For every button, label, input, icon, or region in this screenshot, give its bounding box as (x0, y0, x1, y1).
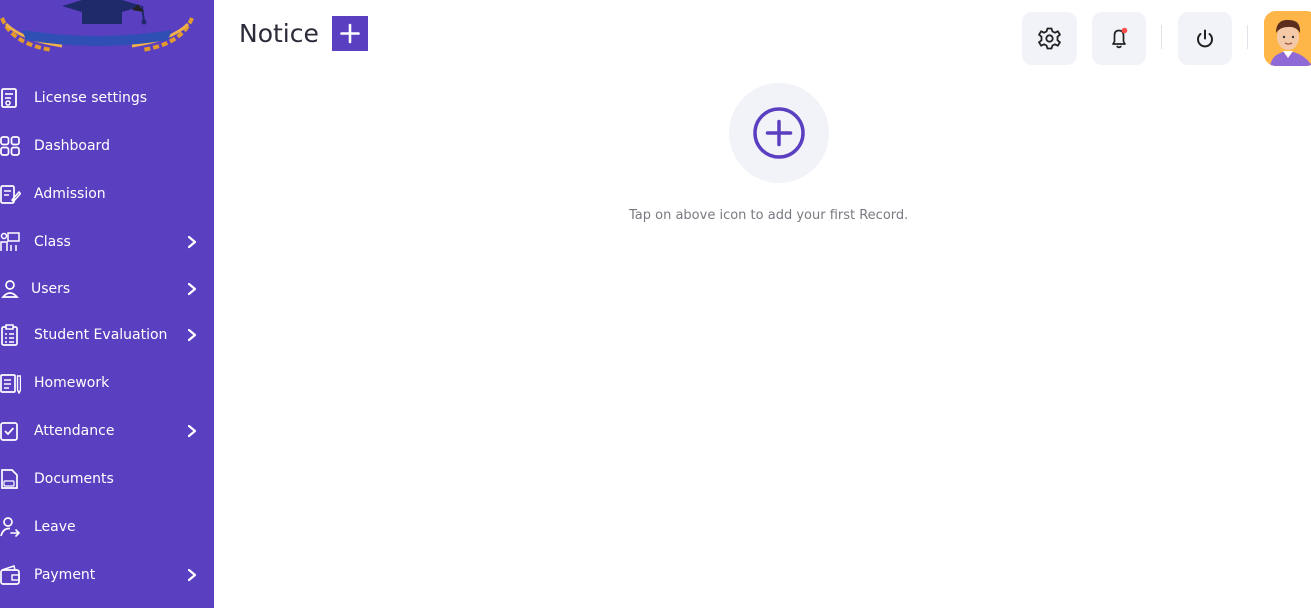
add-first-record-button[interactable] (729, 83, 829, 183)
chevron-right-icon (187, 424, 197, 438)
header-divider (1247, 25, 1248, 49)
attendance-check-icon (0, 422, 18, 441)
sidebar-item-label: Class (34, 234, 71, 250)
sidebar-item-admission[interactable]: Admission (0, 174, 214, 214)
header-divider (1161, 25, 1162, 49)
sidebar-item-label: Homework (34, 375, 110, 391)
bell-icon (1112, 27, 1128, 49)
sidebar-item-homework[interactable]: Homework (0, 363, 214, 403)
app-root: License settings Dashboard Admission Cla… (0, 0, 1311, 608)
notification-dot (1121, 27, 1128, 34)
sidebar-item-label: License settings (34, 90, 148, 106)
settings-button[interactable] (1022, 12, 1077, 65)
sidebar-item-attendance[interactable]: Attendance (0, 411, 214, 451)
user-icon (1, 280, 19, 298)
school-logo[interactable] (0, 0, 202, 58)
sidebar-item-license-settings[interactable]: License settings (0, 78, 214, 118)
sidebar-item-label: Admission (34, 186, 106, 202)
user-avatar[interactable] (1264, 11, 1311, 66)
dashboard-grid-icon (0, 136, 20, 156)
chevron-right-icon (187, 328, 197, 342)
plus-circle-icon (753, 107, 805, 159)
wallet-icon (0, 565, 20, 585)
evaluation-checklist-icon (1, 324, 18, 346)
admission-form-icon (0, 185, 21, 204)
sidebar-item-label: Leave (34, 519, 76, 535)
plus-icon (340, 23, 360, 44)
sidebar-item-leave[interactable]: Leave (0, 507, 214, 547)
sidebar: License settings Dashboard Admission Cla… (0, 0, 214, 608)
document-icon (1, 469, 18, 489)
sidebar-item-dashboard[interactable]: Dashboard (0, 126, 214, 166)
sidebar-item-users[interactable]: Users (0, 269, 214, 309)
sidebar-item-label: Student Evaluation (34, 327, 168, 343)
leave-user-icon (0, 517, 21, 537)
class-presentation-icon (0, 232, 20, 251)
sidebar-item-class[interactable]: Class (0, 222, 214, 262)
sidebar-item-student-evaluation[interactable]: Student Evaluation (0, 315, 214, 355)
license-icon (1, 88, 17, 108)
power-icon (1197, 29, 1213, 48)
sidebar-item-label: Dashboard (34, 138, 110, 154)
sidebar-item-documents[interactable]: Documents (0, 459, 214, 499)
gear-icon (1038, 27, 1061, 50)
logout-button[interactable] (1178, 12, 1232, 65)
notifications-button[interactable] (1092, 12, 1146, 65)
page-title: Notice (239, 19, 319, 48)
sidebar-item-label: Documents (34, 471, 114, 487)
chevron-right-icon (187, 282, 197, 296)
chevron-right-icon (187, 235, 197, 249)
empty-state-message: Tap on above icon to add your first Reco… (629, 208, 909, 223)
sidebar-item-label: Payment (34, 567, 96, 583)
chevron-right-icon (187, 568, 197, 582)
sidebar-item-label: Users (31, 281, 71, 297)
sidebar-item-payment[interactable]: Payment (0, 555, 214, 595)
homework-book-icon (0, 374, 21, 394)
sidebar-item-label: Attendance (34, 423, 115, 439)
add-notice-button[interactable] (332, 16, 368, 51)
